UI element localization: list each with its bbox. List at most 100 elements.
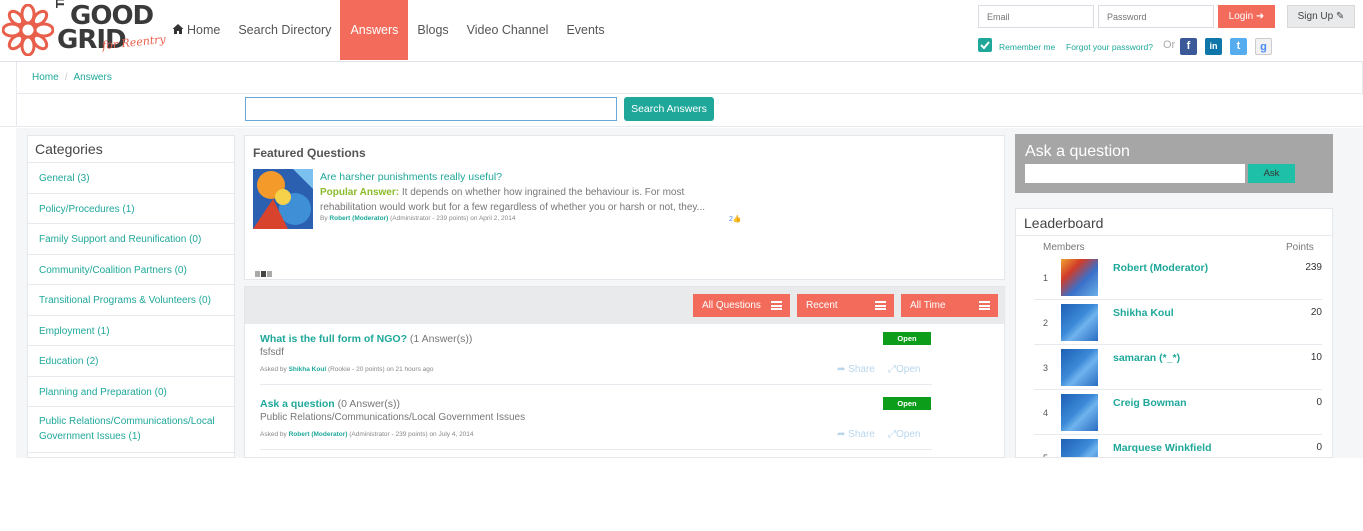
question-title: Ask a question (0 Answer(s)): [260, 398, 400, 410]
question-row: Ask a question (0 Answer(s)) Public Rela…: [260, 389, 932, 450]
avatar[interactable]: [1061, 349, 1098, 386]
search-input[interactable]: [245, 97, 617, 121]
logo-word-the: THE: [54, 0, 67, 8]
breadcrumb-separator: /: [64, 72, 68, 83]
question-author-link[interactable]: Robert (Moderator): [289, 431, 348, 438]
nav-search-directory[interactable]: Search Directory: [229, 0, 340, 60]
category-item[interactable]: Employment (1): [28, 316, 234, 346]
featured-questions-panel: Featured Questions Are harsher punishmen…: [244, 135, 1005, 280]
author-meta: (Rookie - 20 points): [327, 366, 385, 373]
popular-answer-label: Popular Answer:: [320, 187, 400, 198]
flower-logo-icon: [2, 4, 54, 56]
category-item[interactable]: Public Relations/Communications/Local Go…: [28, 407, 234, 453]
members-column-header: Members: [1043, 242, 1085, 253]
featured-thumbnail[interactable]: [253, 169, 313, 229]
member-name-link[interactable]: Robert (Moderator): [1113, 262, 1208, 274]
filter-all-questions-dropdown[interactable]: All Questions: [693, 294, 790, 317]
nav-answers[interactable]: Answers: [340, 0, 409, 60]
filter-bar: All Questions Recent All Time: [245, 287, 1004, 324]
nav-home[interactable]: Home: [163, 0, 229, 60]
member-name-link[interactable]: Creig Bowman: [1113, 397, 1187, 409]
open-button[interactable]: ⤢Open: [888, 429, 920, 440]
remember-me-checkbox[interactable]: [978, 38, 992, 52]
leaderboard-row: 2 Shikha Koul 20: [1034, 300, 1322, 345]
share-icon: ➦: [837, 364, 846, 375]
password-field[interactable]: [1098, 5, 1214, 28]
breadcrumb-answers[interactable]: Answers: [73, 72, 111, 83]
signup-button[interactable]: Sign Up ✎: [1287, 5, 1355, 28]
breadcrumb-home[interactable]: Home: [32, 72, 59, 83]
featured-author-link[interactable]: Robert (Moderator): [329, 215, 388, 222]
category-item[interactable]: Policy/Procedures (1): [28, 194, 234, 224]
points-column-header: Points: [1286, 242, 1314, 253]
share-icon: ➦: [837, 429, 846, 440]
asked-by-label: Asked by: [260, 431, 287, 438]
sign-in-icon: ➜: [1255, 11, 1265, 22]
expand-icon: ⤢: [888, 429, 896, 440]
filter-all-time-dropdown[interactable]: All Time: [901, 294, 998, 317]
status-badge: Open: [883, 332, 931, 345]
menu-icon: [979, 301, 990, 310]
search-answers-button[interactable]: Search Answers: [624, 97, 714, 121]
featured-title: Featured Questions: [253, 146, 366, 160]
filter-label: Recent: [806, 300, 838, 311]
share-button[interactable]: ➦ Share: [837, 429, 875, 440]
avatar[interactable]: [1061, 439, 1098, 457]
open-button[interactable]: ⤢Open: [888, 364, 920, 375]
search-bar: Search Answers: [0, 94, 1363, 127]
facebook-icon[interactable]: f: [1180, 38, 1197, 55]
member-name-link[interactable]: samaran (*_*): [1113, 352, 1180, 364]
category-item[interactable]: General (3): [28, 163, 234, 194]
carousel-dot[interactable]: [267, 271, 272, 277]
member-name-link[interactable]: Shikha Koul: [1113, 307, 1174, 319]
featured-question-link[interactable]: Are harsher punishments really useful?: [320, 171, 502, 183]
rank: 4: [1043, 408, 1049, 418]
twitter-icon[interactable]: t: [1230, 38, 1247, 55]
signup-label: Sign Up: [1297, 11, 1334, 22]
avatar[interactable]: [1061, 304, 1098, 341]
site-logo[interactable]: THE GOOD GRID for Reentry: [2, 0, 167, 58]
nav-home-label: Home: [187, 23, 221, 37]
featured-answer: Popular Answer: It depends on whether ho…: [320, 185, 740, 215]
ask-question-input[interactable]: [1025, 164, 1245, 183]
share-label: Share: [848, 364, 875, 375]
email-field[interactable]: [978, 5, 1094, 28]
linkedin-icon[interactable]: in: [1205, 38, 1222, 55]
likes-count[interactable]: 2👍: [729, 215, 742, 223]
forgot-password-link[interactable]: Forgot your password?: [1066, 42, 1153, 52]
avatar[interactable]: [1061, 259, 1098, 296]
filter-recent-dropdown[interactable]: Recent: [797, 294, 894, 317]
remember-me-label[interactable]: Remember me: [999, 42, 1055, 52]
by-label: By: [320, 215, 328, 222]
question-link[interactable]: Ask a question: [260, 398, 335, 410]
category-item[interactable]: Transitional Programs & Volunteers (0): [28, 285, 234, 316]
question-time: on July 4, 2014: [429, 431, 474, 438]
featured-meta: By Robert (Moderator) (Administrator - 2…: [320, 215, 515, 222]
nav-blogs[interactable]: Blogs: [408, 0, 457, 60]
nav-events[interactable]: Events: [557, 0, 613, 60]
carousel-dot-active[interactable]: [261, 271, 266, 277]
menu-icon: [875, 301, 886, 310]
category-item[interactable]: Community/Coalition Partners (0): [28, 255, 234, 285]
share-button[interactable]: ➦ Share: [837, 364, 875, 375]
member-points: 0: [1316, 442, 1322, 453]
ask-button[interactable]: Ask: [1248, 164, 1295, 183]
question-author-link[interactable]: Shikha Koul: [289, 366, 327, 373]
login-label: Login: [1228, 11, 1254, 22]
share-label: Share: [848, 429, 875, 440]
google-plus-icon[interactable]: g: [1255, 38, 1272, 55]
leaderboard-panel: Leaderboard Members Points 1 Robert (Mod…: [1015, 208, 1333, 458]
carousel-dot[interactable]: [255, 271, 260, 277]
member-name-link[interactable]: Marquese Winkfield: [1113, 442, 1212, 454]
login-button[interactable]: Login ➜: [1218, 5, 1275, 28]
avatar[interactable]: [1061, 394, 1098, 431]
featured-date: on April 2, 2014: [470, 215, 516, 222]
nav-video-channel[interactable]: Video Channel: [458, 0, 558, 60]
answer-count: (0 Answer(s)): [337, 398, 401, 410]
category-item[interactable]: Education (2): [28, 346, 234, 377]
category-item[interactable]: Family Support and Reunification (0): [28, 224, 234, 255]
check-icon: [980, 41, 990, 50]
category-item[interactable]: Planning and Preparation (0): [28, 377, 234, 407]
divider: [16, 94, 17, 127]
question-link[interactable]: What is the full form of NGO?: [260, 333, 407, 345]
